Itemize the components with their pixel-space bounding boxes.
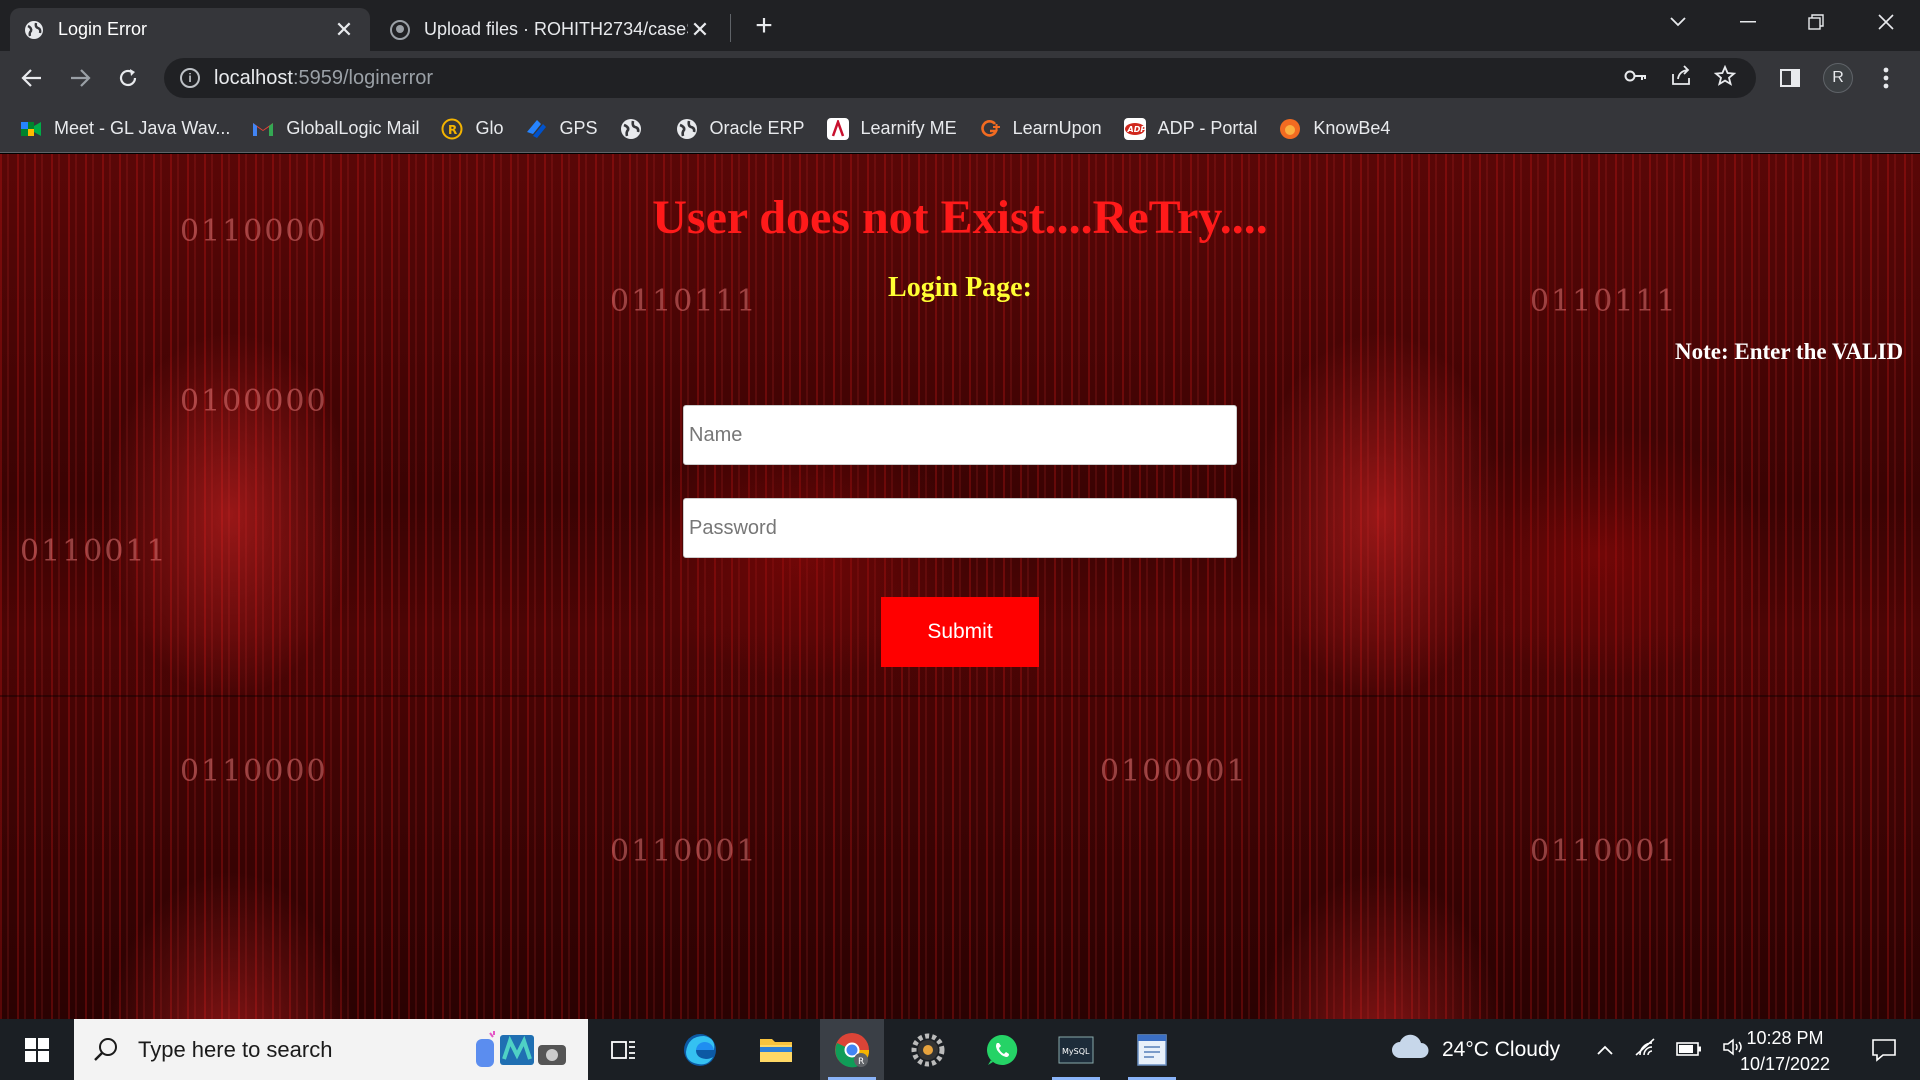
settings-gear-app-icon[interactable] (896, 1019, 960, 1080)
bookmark-knowbe4[interactable]: KnowBe4 (1279, 118, 1390, 140)
bookmark-meet[interactable]: Meet - GL Java Wav... (20, 118, 230, 140)
bookmark-oracle-erp[interactable]: Oracle ERP (676, 118, 805, 140)
restore-icon[interactable] (1782, 0, 1850, 44)
bookmark-star-icon[interactable] (1713, 64, 1737, 92)
bookmark-globe[interactable] (620, 118, 654, 140)
browser-tab-strip: Login Error ✕ Upload files · ROHITH2734/… (0, 0, 1920, 51)
globe-icon (620, 118, 642, 140)
search-highlight-icon[interactable] (470, 1029, 570, 1071)
login-page-heading: Login Page: (888, 272, 1032, 303)
bookmarks-bar: Meet - GL Java Wav... GlobalLogic Mail R… (0, 105, 1920, 153)
svg-text:R: R (858, 1057, 864, 1067)
cloud-icon (1390, 1034, 1430, 1066)
clock-date: 10/17/2022 (1739, 1054, 1831, 1074)
side-panel-icon[interactable] (1772, 60, 1808, 96)
globe-icon (24, 20, 44, 40)
minimize-icon[interactable] (1714, 0, 1782, 44)
error-heading: User does not Exist....ReTry.... (652, 191, 1268, 244)
background-binary-text: 0110001 (1530, 834, 1678, 869)
battery-icon[interactable] (1676, 1038, 1702, 1062)
windows-start-icon[interactable] (10, 1019, 64, 1080)
github-icon (390, 19, 410, 40)
gmail-icon (252, 118, 274, 140)
reload-icon[interactable] (110, 60, 146, 96)
knowbe4-icon (1279, 118, 1301, 140)
background-binary-text: 0110011 (20, 534, 168, 569)
bookmark-adp-portal[interactable]: ADP ADP - Portal (1123, 117, 1257, 140)
learnupon-icon (979, 118, 1001, 140)
share-icon[interactable] (1670, 64, 1692, 92)
close-tab-icon[interactable]: ✕ (332, 17, 356, 42)
task-view-icon[interactable] (592, 1019, 656, 1080)
background-binary-text: 0110000 (180, 754, 328, 789)
gps-icon (525, 118, 547, 140)
new-tab-icon[interactable]: + (748, 9, 780, 42)
globe-icon (676, 118, 698, 140)
password-input[interactable] (683, 498, 1237, 558)
validation-note: Note: Enter the VALID (1675, 339, 1904, 364)
background-binary-text: 0100000 (180, 384, 328, 419)
taskbar-search-box[interactable]: Type here to search (74, 1019, 588, 1080)
bookmark-gps[interactable]: GPS (525, 118, 598, 140)
search-icon (92, 1036, 120, 1064)
weather-widget[interactable]: 24°C Cloudy (1390, 1019, 1560, 1080)
browser-toolbar: i localhost:5959/loginerror R (0, 51, 1920, 105)
learnify-icon (826, 117, 849, 140)
tab-title: Login Error (58, 19, 148, 39)
close-tab-icon[interactable]: ✕ (688, 17, 712, 42)
document-viewer-icon[interactable] (1120, 1019, 1184, 1080)
svg-text:MySQL: MySQL (1062, 1047, 1090, 1056)
profile-avatar[interactable]: R (1820, 60, 1856, 96)
edge-icon[interactable] (668, 1019, 732, 1080)
file-explorer-icon[interactable] (744, 1019, 808, 1080)
taskbar-clock[interactable]: 10:28 PM 10/17/2022 (1730, 1025, 1840, 1077)
tab-upload-files[interactable]: Upload files · ROHITH2734/caseS ✕ (376, 8, 726, 51)
notification-center-icon[interactable] (1856, 1019, 1912, 1080)
submit-button[interactable]: Submit (881, 597, 1039, 667)
chrome-icon[interactable]: R (820, 1019, 884, 1080)
forward-arrow-icon[interactable] (62, 60, 98, 96)
url-text: localhost:5959/loginerror (214, 66, 434, 89)
bookmark-learnify-me[interactable]: Learnify ME (826, 117, 957, 140)
system-tray (1596, 1019, 1746, 1080)
weather-text: 24°C Cloudy (1442, 1037, 1561, 1061)
name-input[interactable] (683, 405, 1237, 465)
close-window-icon[interactable] (1852, 0, 1920, 44)
tab-login-error[interactable]: Login Error ✕ (10, 8, 370, 51)
search-placeholder: Type here to search (138, 1036, 333, 1062)
adp-icon: ADP (1123, 117, 1146, 140)
site-info-icon[interactable]: i (180, 68, 200, 88)
background-binary-text: 0100001 (1100, 754, 1248, 789)
wifi-icon[interactable] (1634, 1037, 1656, 1063)
login-error-page: 0110000 0110111 0100000 0110011 0110111 … (0, 154, 1920, 1019)
windows-taskbar: Type here to search R MySQL 24°C Cloudy (0, 1019, 1920, 1080)
svg-text:ADP: ADP (1126, 125, 1146, 134)
mysql-workbench-icon[interactable]: MySQL (1044, 1019, 1108, 1080)
menu-kebab-icon[interactable] (1868, 60, 1904, 96)
bookmark-glo[interactable]: R Glo (441, 118, 503, 140)
chevron-up-icon[interactable] (1596, 1038, 1614, 1062)
address-bar[interactable]: i localhost:5959/loginerror (164, 58, 1756, 98)
clock-time: 10:28 PM (1746, 1028, 1824, 1048)
bookmark-learnupon[interactable]: LearnUpon (979, 118, 1102, 140)
key-icon[interactable] (1624, 69, 1648, 88)
background-binary-text: 0110001 (610, 834, 758, 869)
tab-title: Upload files · ROHITH2734/caseS (424, 19, 688, 39)
whatsapp-icon[interactable] (970, 1019, 1034, 1080)
meet-icon (20, 118, 42, 140)
glo-icon: R (441, 118, 463, 140)
bookmark-globallogic-mail[interactable]: GlobalLogic Mail (252, 118, 419, 140)
svg-text:R: R (448, 123, 457, 137)
tab-search-chevron-icon[interactable] (1644, 0, 1712, 44)
back-arrow-icon[interactable] (14, 60, 50, 96)
tab-divider (730, 14, 731, 42)
